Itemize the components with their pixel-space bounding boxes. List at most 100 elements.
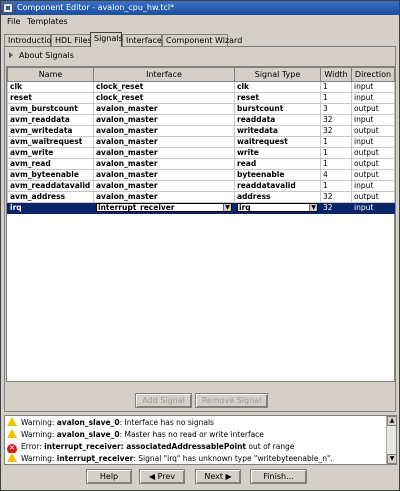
cell-width[interactable]: 3 [320,103,352,115]
finish-button[interactable]: Finish... [250,469,307,484]
cell-direction[interactable]: output [351,169,395,181]
table-row[interactable]: avm_read avalon_master read 1 output [7,158,395,170]
column-header-width[interactable]: Width [320,67,352,82]
cell-width[interactable]: 1 [320,147,352,159]
cell-direction[interactable]: input [351,136,395,148]
cell-name[interactable]: avm_byteenable [7,169,94,181]
cell-name[interactable]: reset [7,92,94,104]
next-button[interactable]: Next ▶ [195,469,241,484]
cell-name[interactable]: avm_address [7,191,94,203]
cell-interface[interactable]: avalon_master [93,169,235,181]
cell-width[interactable]: 1 [320,180,352,192]
cell-signal-type-editor[interactable]: irq ▼ [234,202,321,214]
column-header-signal-type[interactable]: Signal Type [234,67,321,82]
cell-width[interactable]: 4 [320,169,352,181]
cell-width[interactable]: 32 [320,191,352,203]
cell-interface[interactable]: clock_reset [93,92,235,104]
cell-interface[interactable]: avalon_master [93,147,235,159]
cell-name[interactable]: avm_burstcount [7,103,94,115]
cell-direction[interactable]: output [351,191,395,203]
cell-direction[interactable]: output [351,125,395,137]
cell-direction[interactable]: output [351,103,395,115]
help-button[interactable]: Help [86,469,132,484]
table-row[interactable]: avm_writedata avalon_master writedata 32… [7,125,395,137]
about-signals-toggle[interactable]: About Signals [9,50,74,62]
cell-width[interactable]: 1 [320,92,352,104]
tab-signals[interactable]: Signals [90,32,123,47]
cell-interface[interactable]: avalon_master [93,136,235,148]
message-item[interactable]: Warning: interrupt_receiver: Signal "irq… [7,453,385,464]
cell-signal-type[interactable]: reset [234,92,321,104]
cell-width[interactable]: 32 [320,202,352,214]
add-signal-button[interactable]: Add Signal [135,393,192,408]
message-item[interactable]: Warning: avalon_slave_0: Interface has n… [7,417,385,429]
message-item[interactable]: ✕ Error: interrupt_receiver: associatedAd… [7,441,385,453]
dropdown-arrow-icon[interactable]: ▼ [309,204,317,211]
dropdown-arrow-icon[interactable]: ▼ [223,204,231,211]
cell-name[interactable]: irq [7,202,94,214]
cell-signal-type[interactable]: readdatavalid [234,180,321,192]
prev-button[interactable]: ◀ Prev [139,469,185,484]
table-row[interactable]: avm_address avalon_master address 32 out… [7,191,395,203]
table-row[interactable]: avm_waitrequest avalon_master waitreques… [7,136,395,148]
cell-interface[interactable]: avalon_master [93,180,235,192]
cell-signal-type[interactable]: byteenable [234,169,321,181]
column-header-direction[interactable]: Direction [351,67,395,82]
cell-signal-type[interactable]: address [234,191,321,203]
cell-interface[interactable]: avalon_master [93,191,235,203]
cell-signal-type[interactable]: write [234,147,321,159]
table-row[interactable]: clk clock_reset clk 1 input [7,81,395,93]
table-row[interactable]: avm_write avalon_master write 1 output [7,147,395,159]
cell-signal-type[interactable]: readdata [234,114,321,126]
message-item[interactable]: Warning: avalon_slave_0: Master has no r… [7,429,385,441]
column-header-name[interactable]: Name [7,67,94,82]
cell-name[interactable]: avm_waitrequest [7,136,94,148]
cell-width[interactable]: 1 [320,136,352,148]
scroll-up-icon[interactable]: ▲ [387,416,396,426]
cell-signal-type[interactable]: waitrequest [234,136,321,148]
cell-signal-type[interactable]: read [234,158,321,170]
cell-width[interactable]: 32 [320,125,352,137]
menu-templates[interactable]: Templates [27,17,68,27]
table-row[interactable]: avm_readdata avalon_master readdata 32 i… [7,114,395,126]
cell-name[interactable]: avm_read [7,158,94,170]
menu-file[interactable]: File [7,17,20,27]
cell-name[interactable]: avm_readdatavalid [7,180,94,192]
table-row[interactable]: avm_byteenable avalon_master byteenable … [7,169,395,181]
cell-direction[interactable]: output [351,147,395,159]
cell-interface[interactable]: clock_reset [93,81,235,93]
column-header-interface[interactable]: Interface [93,67,235,82]
signal-type-dropdown[interactable]: irq ▼ [237,203,318,212]
scroll-down-icon[interactable]: ▼ [387,454,396,464]
cell-width[interactable]: 1 [320,158,352,170]
cell-direction[interactable]: input [351,202,395,214]
cell-width[interactable]: 1 [320,81,352,93]
tab-interfaces[interactable]: Interfaces [122,34,166,46]
cell-name[interactable]: avm_writedata [7,125,94,137]
table-row[interactable]: avm_burstcount avalon_master burstcount … [7,103,395,115]
cell-signal-type[interactable]: burstcount [234,103,321,115]
tab-introduction[interactable]: Introduction [4,34,56,46]
cell-name[interactable]: clk [7,81,94,93]
cell-direction[interactable]: input [351,180,395,192]
cell-signal-type[interactable]: writedata [234,125,321,137]
cell-width[interactable]: 32 [320,114,352,126]
table-row[interactable]: reset clock_reset reset 1 input [7,92,395,104]
tab-hdl-files[interactable]: HDL Files [51,34,92,46]
message-scrollbar[interactable]: ▲ ▼ [386,416,396,464]
interface-dropdown[interactable]: interrupt_receiver ▼ [96,203,232,212]
cell-name[interactable]: avm_write [7,147,94,159]
cell-direction[interactable]: output [351,158,395,170]
cell-interface[interactable]: avalon_master [93,158,235,170]
cell-signal-type[interactable]: clk [234,81,321,93]
tab-component-wizard[interactable]: Component Wizard [162,34,242,46]
table-row[interactable]: avm_readdatavalid avalon_master readdata… [7,180,395,192]
title-bar[interactable]: Component Editor - avalon_cpu_hw.tcl* [1,1,399,15]
cell-direction[interactable]: input [351,92,395,104]
cell-interface[interactable]: avalon_master [93,103,235,115]
cell-interface[interactable]: avalon_master [93,125,235,137]
cell-direction[interactable]: input [351,114,395,126]
cell-direction[interactable]: input [351,81,395,93]
cell-interface[interactable]: avalon_master [93,114,235,126]
cell-interface-editor[interactable]: interrupt_receiver ▼ [93,202,235,214]
